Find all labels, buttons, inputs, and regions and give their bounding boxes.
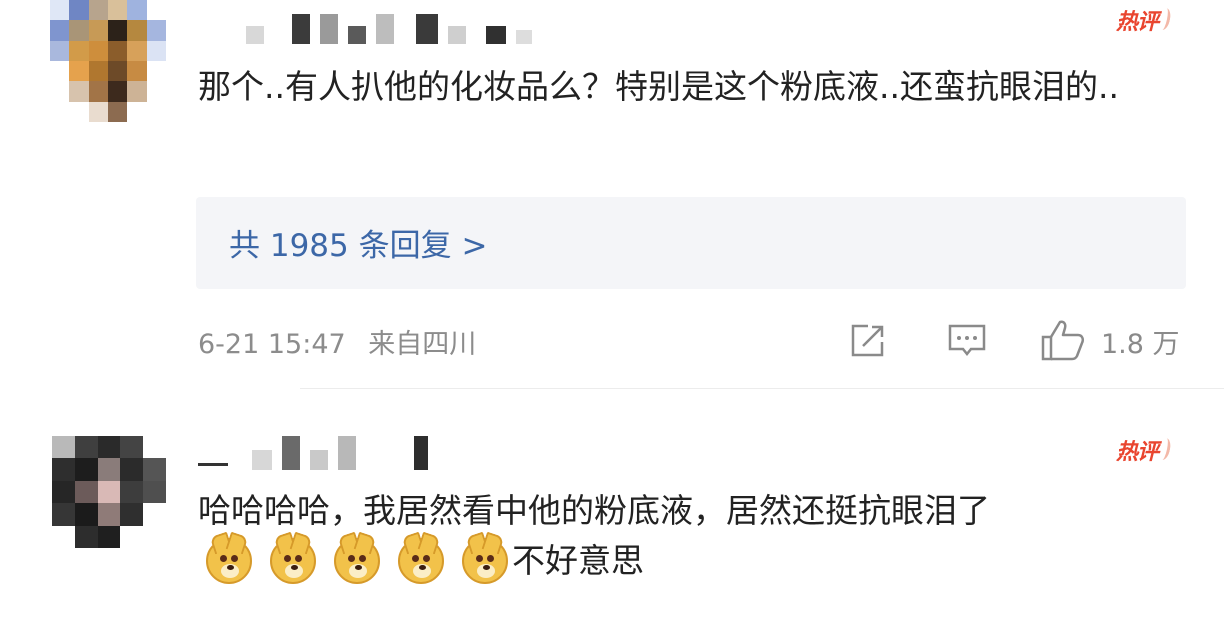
comment-text: 哈哈哈哈，我居然看中他的粉底液，居然还挺抗眼泪了 不好意思 [198, 486, 1188, 586]
location: 来自四川 [368, 329, 477, 360]
timestamp: 6-21 15:47 [198, 329, 346, 360]
share-icon [851, 324, 884, 357]
avatar[interactable] [52, 436, 166, 548]
divider [300, 388, 1224, 389]
like-button[interactable] [1040, 318, 1086, 362]
doge-emoji-icon [270, 538, 316, 584]
comment-meta: 6-21 15:47 来自四川 [198, 322, 476, 361]
emoji-group [206, 538, 508, 584]
comment-item: 热评 哈哈哈哈，我居然看中他的粉底液，居然还挺抗眼泪了 不好意思 [0, 408, 1224, 622]
comment-item: 热评 那个..有人扒他的化妆品么？特别是这个粉底液..还蛮抗眼泪的.. 共 19… [0, 0, 1224, 390]
share-button[interactable] [848, 322, 888, 360]
doge-emoji-icon [206, 538, 252, 584]
doge-emoji-icon [462, 538, 508, 584]
like-count: 1.8 万 [1101, 329, 1180, 360]
comment-icon [948, 324, 986, 357]
avatar[interactable] [50, 0, 166, 122]
comment-text-tail: 不好意思 [512, 541, 644, 580]
thumbs-up-icon [1041, 320, 1085, 361]
replies-panel[interactable]: 共 1985 条回复 > [196, 197, 1186, 289]
doge-emoji-icon [334, 538, 380, 584]
hot-comment-badge: 热评 [1116, 4, 1159, 36]
comment-text: 那个..有人扒他的化妆品么？特别是这个粉底液..还蛮抗眼泪的.. [198, 67, 1119, 106]
comment-button[interactable] [946, 322, 988, 360]
hot-comment-badge: 热评 [1116, 434, 1159, 466]
doge-emoji-icon [398, 538, 444, 584]
view-replies-link[interactable]: 共 1985 条回复 > [229, 220, 487, 265]
username[interactable] [198, 436, 428, 470]
comment-text-main: 哈哈哈哈，我居然看中他的粉底液，居然还挺抗眼泪了 [198, 491, 990, 530]
username[interactable] [246, 14, 532, 44]
